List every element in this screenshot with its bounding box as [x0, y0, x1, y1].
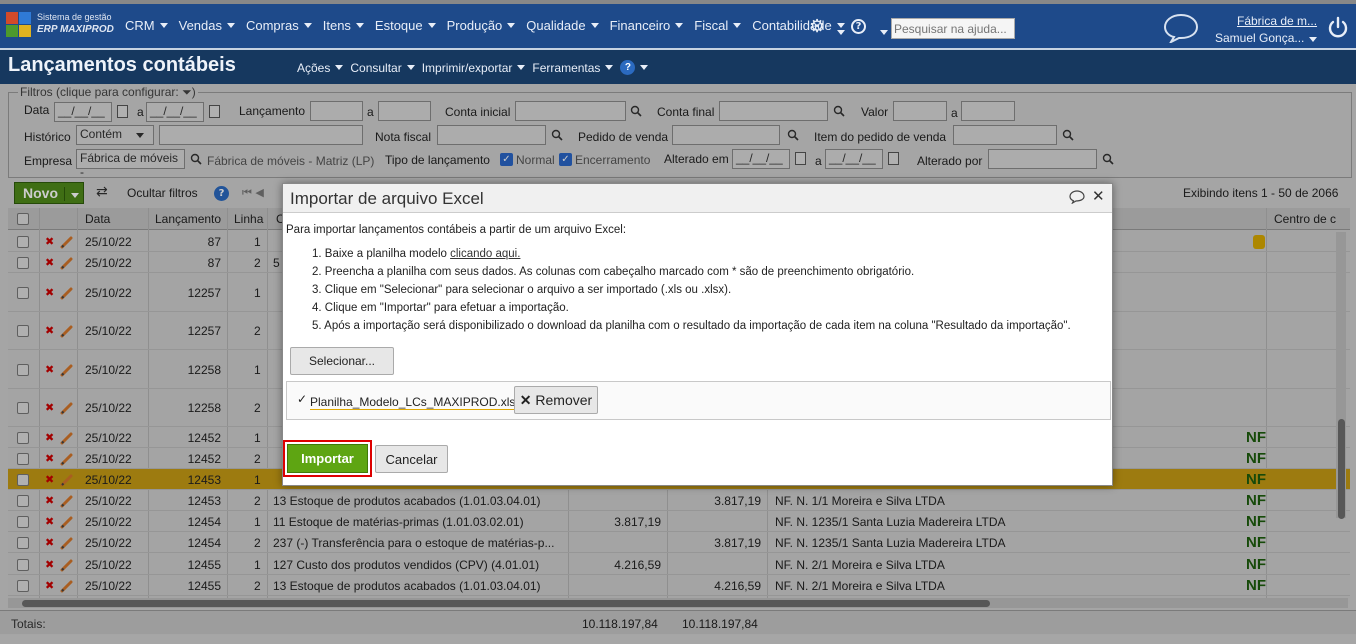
chat-icon[interactable] [1163, 13, 1199, 43]
power-icon[interactable] [1327, 16, 1349, 38]
help-menu[interactable]: ? [620, 60, 649, 75]
menu-estoque[interactable]: Estoque [375, 18, 436, 33]
menu-consultar[interactable]: Consultar [350, 60, 415, 75]
menu-acoes[interactable]: Ações [297, 60, 344, 75]
select-file-button[interactable]: Selecionar... [290, 347, 394, 375]
dialog-title: Importar de arquivo Excel [290, 189, 484, 208]
chevron-down-icon[interactable] [875, 24, 888, 38]
gear-icon[interactable]: ⚙ [809, 16, 825, 37]
user-menu[interactable]: Samuel Gonça... [1215, 31, 1318, 45]
import-steps: 1. Baixe a planilha modelo clicando aqui… [312, 248, 1071, 338]
page-title: Lançamentos contábeis [8, 54, 236, 76]
company-link[interactable]: Fábrica de m... [1237, 14, 1317, 28]
download-template-link[interactable]: clicando aqui. [450, 248, 520, 260]
chat-icon[interactable] [1069, 190, 1085, 204]
top-navbar: Sistema de gestão ERP MAXIPROD CRM Venda… [0, 0, 1356, 48]
check-icon: ✓ [297, 392, 308, 406]
help-icon[interactable]: ? [851, 19, 866, 34]
selected-file-box: ✓ Planilha_Modelo_LCs_MAXIPROD.xls ✕ Rem… [286, 381, 1111, 420]
brand-line2: ERP MAXIPROD [37, 24, 114, 35]
selected-file-name: Planilha_Modelo_LCs_MAXIPROD.xls [310, 395, 516, 410]
close-icon[interactable]: ✕ [1092, 187, 1105, 205]
menu-contabilidade[interactable]: Contabilidade [752, 18, 845, 33]
menu-itens[interactable]: Itens [323, 18, 364, 33]
menu-compras[interactable]: Compras [246, 18, 312, 33]
page-menu: Ações Consultar Imprimir/exportar Ferram… [297, 60, 655, 75]
import-excel-dialog: Importar de arquivo Excel ✕ Para importa… [282, 183, 1113, 486]
dialog-intro: Para importar lançamentos contábeis a pa… [286, 224, 627, 236]
step-2: 2. Preencha a planilha com seus dados. A… [312, 266, 915, 278]
chevron-down-icon[interactable] [832, 24, 845, 38]
close-icon: ✕ [519, 391, 532, 408]
cancel-button[interactable]: Cancelar [375, 445, 448, 473]
menu-ferramentas[interactable]: Ferramentas [532, 60, 614, 75]
main-menu: CRM Vendas Compras Itens Estoque Produçã… [125, 18, 856, 33]
step-1: 1. Baixe a planilha modelo clicando aqui… [312, 248, 521, 260]
remove-file-button[interactable]: ✕ Remover [514, 386, 598, 414]
maxiprod-logo-icon[interactable] [6, 12, 32, 38]
menu-producao[interactable]: Produção [447, 18, 516, 33]
step-5: 5. Após a importação será disponibilizad… [312, 320, 1071, 332]
menu-vendas[interactable]: Vendas [179, 18, 235, 33]
dialog-header: Importar de arquivo Excel ✕ [283, 184, 1112, 213]
help-search-input[interactable] [891, 18, 1015, 39]
page-header: Lançamentos contábeis Ações Consultar Im… [0, 48, 1356, 84]
menu-imprimir-exportar[interactable]: Imprimir/exportar [422, 60, 526, 75]
brand-line1: Sistema de gestão [37, 12, 112, 22]
step-3: 3. Clique em "Selecionar" para seleciona… [312, 284, 732, 296]
help-icon[interactable]: ? [620, 60, 636, 75]
step-4: 4. Clique em "Importar" para efetuar a i… [312, 302, 569, 314]
menu-financeiro[interactable]: Financeiro [610, 18, 684, 33]
menu-fiscal[interactable]: Fiscal [694, 18, 742, 33]
import-button[interactable]: Importar [287, 444, 368, 473]
menu-crm[interactable]: CRM [125, 18, 168, 33]
menu-qualidade[interactable]: Qualidade [526, 18, 599, 33]
